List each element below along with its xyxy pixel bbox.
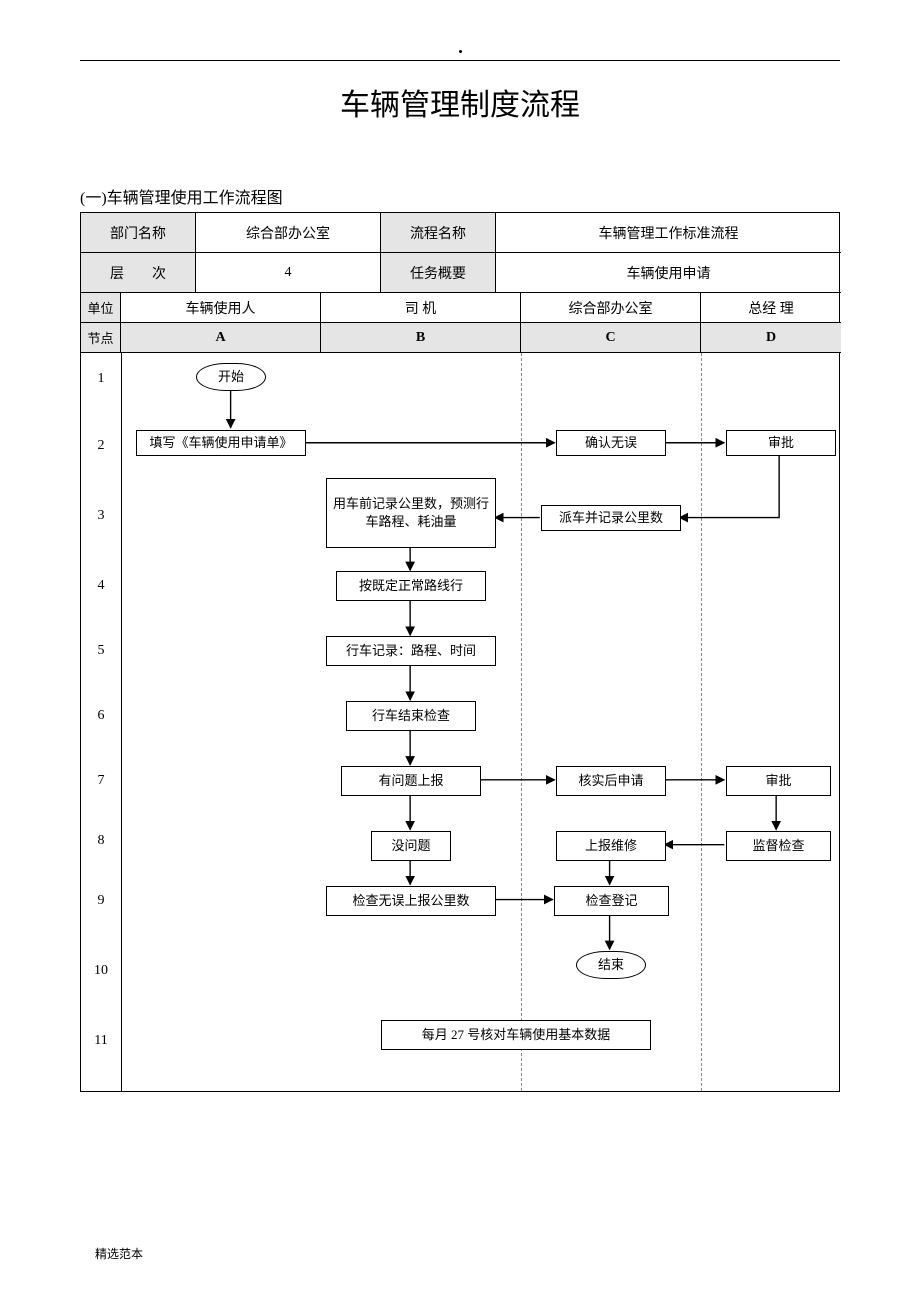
row-9-label: 9: [81, 893, 121, 909]
row-10-label: 10: [81, 963, 121, 979]
node-b9: 检查无误上报公里数: [326, 886, 496, 916]
node-d7: 审批: [726, 766, 831, 796]
hdr-task-label: 任务概要: [381, 253, 496, 293]
lane-C-unit: 综合部办公室: [521, 293, 701, 323]
hdr-level-value: 4: [196, 253, 381, 293]
node-a2: 填写《车辆使用申请单》: [136, 430, 306, 456]
node-b4: 按既定正常路线行: [336, 571, 486, 601]
lane-B-node: B: [321, 323, 521, 353]
node-d2: 审批: [726, 430, 836, 456]
node-b3: 用车前记录公里数，预测行车路程、耗油量: [326, 478, 496, 548]
lane-C-node: C: [521, 323, 701, 353]
hdr-task-value: 车辆使用申请: [496, 253, 841, 293]
footer-text: 精选范本: [95, 1245, 143, 1262]
row-7-label: 7: [81, 773, 121, 789]
node-c9: 检查登记: [554, 886, 669, 916]
row-8-label: 8: [81, 833, 121, 849]
node-start: 开始: [196, 363, 266, 391]
row-11-label: 11: [81, 1033, 121, 1049]
node-end: 结束: [576, 951, 646, 979]
node-d8: 监督检查: [726, 831, 831, 861]
lane-A-unit: 车辆使用人: [121, 293, 321, 323]
hdr-unit-label: 单位: [81, 293, 121, 323]
lane-sep-left: [121, 353, 122, 1091]
lane-A-node: A: [121, 323, 321, 353]
lane-D-unit: 总经 理: [701, 293, 841, 323]
node-b11: 每月 27 号核对车辆使用基本数据: [381, 1020, 651, 1050]
node-b5: 行车记录：路程、时间: [326, 636, 496, 666]
node-c8: 上报维修: [556, 831, 666, 861]
row-6-label: 6: [81, 708, 121, 724]
top-center-dot: [459, 50, 462, 53]
hdr-flowname-label: 流程名称: [381, 213, 496, 253]
hdr-dept-label: 部门名称: [81, 213, 196, 253]
row-5-label: 5: [81, 643, 121, 659]
lane-sep-CD: [701, 353, 702, 1091]
node-c2: 确认无误: [556, 430, 666, 456]
row-1-label: 1: [81, 371, 121, 387]
node-b6: 行车结束检查: [346, 701, 476, 731]
node-b7: 有问题上报: [341, 766, 481, 796]
lane-sep-BC: [521, 353, 522, 1091]
hdr-level-label: 层 次: [81, 253, 196, 293]
hdr-node-label: 节点: [81, 323, 121, 353]
node-c3: 派车并记录公里数: [541, 505, 681, 531]
row-2-label: 2: [81, 438, 121, 454]
hdr-flowname-value: 车辆管理工作标准流程: [496, 213, 841, 253]
top-rule: [80, 60, 840, 61]
lane-B-unit: 司 机: [321, 293, 521, 323]
page-title: 车辆管理制度流程: [80, 80, 840, 124]
hdr-dept-value: 综合部办公室: [196, 213, 381, 253]
section-title: (一)车辆管理使用工作流程图: [80, 184, 840, 208]
row-3-label: 3: [81, 508, 121, 524]
node-c7: 核实后申请: [556, 766, 666, 796]
swimlane-frame: 部门名称 综合部办公室 流程名称 车辆管理工作标准流程 层 次 4 任务概要 车…: [80, 212, 840, 1092]
node-b8: 没问题: [371, 831, 451, 861]
flow-area: 1 2 3 4 5 6 7 8 9 10 11: [81, 353, 839, 1091]
lane-D-node: D: [701, 323, 841, 353]
row-4-label: 4: [81, 578, 121, 594]
